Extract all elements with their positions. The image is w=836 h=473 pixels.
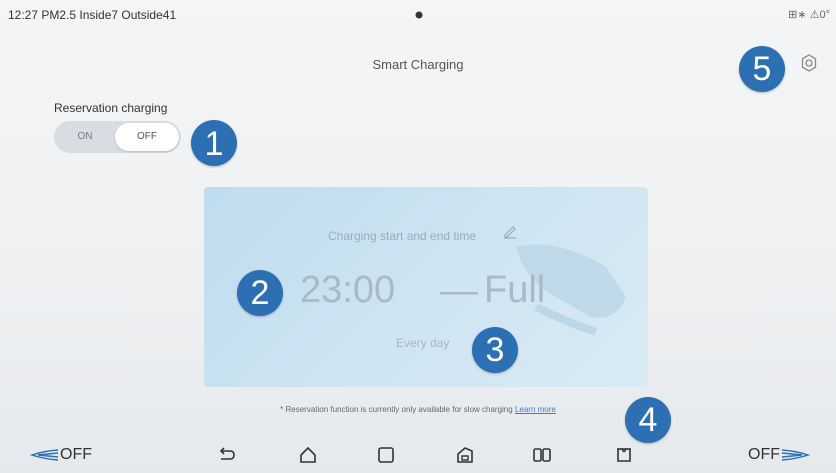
page-title: Smart Charging — [372, 57, 464, 72]
split-screen-icon[interactable] — [532, 445, 552, 465]
car-icon[interactable] — [455, 445, 475, 465]
charging-icon[interactable] — [614, 445, 634, 465]
reservation-note: * Reservation function is currently only… — [0, 405, 836, 414]
right-climate-label: OFF — [748, 446, 780, 463]
time-separator: — — [440, 270, 478, 312]
recent-apps-icon[interactable] — [376, 445, 396, 465]
right-climate-control[interactable]: OFF — [748, 443, 810, 467]
toggle-on-option[interactable]: ON — [54, 121, 116, 153]
note-text: * Reservation function is currently only… — [280, 405, 513, 414]
end-condition[interactable]: Full — [484, 269, 545, 312]
home-icon[interactable] — [298, 445, 318, 465]
settings-gear-icon[interactable] — [798, 52, 820, 74]
reservation-toggle[interactable]: ON OFF — [54, 121, 181, 153]
annotation-badge-3: 3 — [472, 327, 518, 373]
back-icon[interactable] — [217, 445, 237, 465]
status-bar: 12:27 PM2.5 Inside7 Outside41 ⊞∗ ⚠0° — [0, 0, 836, 32]
start-time[interactable]: 23:00 — [300, 269, 395, 312]
edit-pencil-icon[interactable] — [502, 223, 518, 239]
schedule-label: Charging start and end time — [328, 229, 477, 243]
reservation-label: Reservation charging — [54, 101, 168, 115]
notification-dot-icon — [415, 11, 423, 19]
repeat-schedule[interactable]: Every day — [396, 336, 449, 350]
left-climate-label: OFF — [60, 446, 92, 463]
left-airflow-icon — [30, 449, 59, 461]
toggle-off-option[interactable]: OFF — [115, 123, 179, 151]
status-text: 12:27 PM2.5 Inside7 Outside41 — [8, 8, 177, 22]
bottom-nav-bar: OFF OFF — [0, 437, 836, 473]
learn-more-link[interactable]: Learn more — [515, 405, 556, 414]
status-icons: ⊞∗ ⚠0° — [788, 9, 830, 21]
annotation-badge-2: 2 — [237, 270, 283, 316]
annotation-badge-5: 5 — [739, 46, 785, 92]
right-airflow-icon — [781, 449, 810, 461]
annotation-badge-1: 1 — [191, 120, 237, 166]
left-climate-control[interactable]: OFF — [30, 443, 92, 467]
